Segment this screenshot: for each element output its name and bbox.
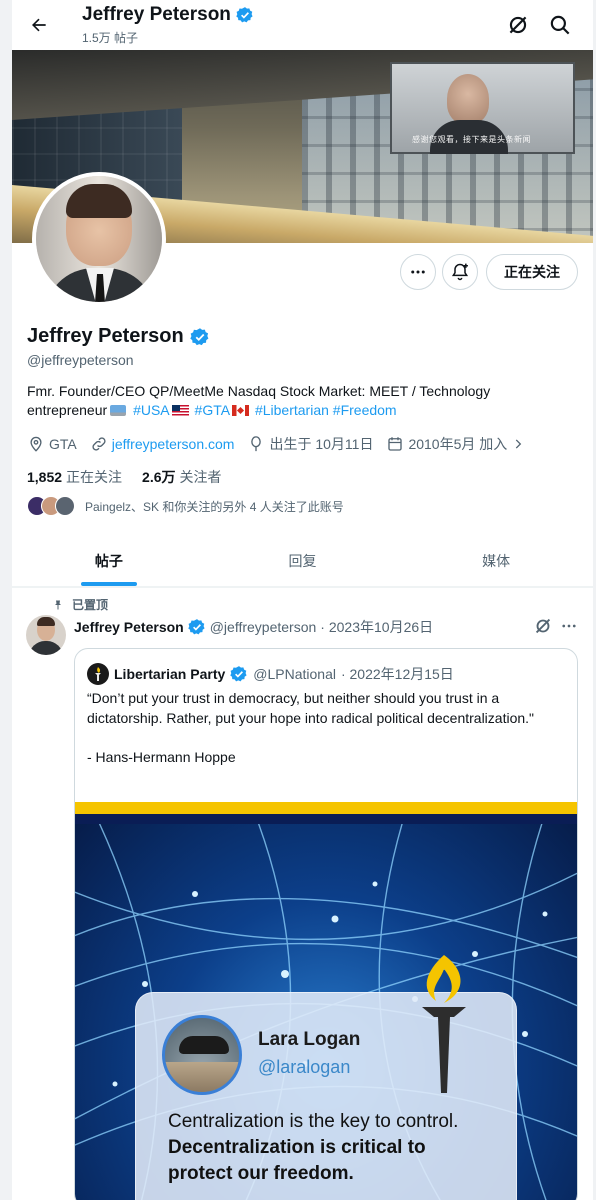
top-bar: Jeffrey Peterson 1.5万 帖子 bbox=[12, 0, 593, 50]
back-arrow-icon bbox=[32, 18, 46, 32]
header-name: Jeffrey Peterson bbox=[82, 4, 231, 25]
quoted-author-name: Libertarian Party bbox=[114, 666, 226, 682]
more-options-button[interactable] bbox=[400, 254, 436, 290]
laptop-emoji-icon bbox=[110, 405, 127, 416]
joined-text: 2010年5月 加入 bbox=[408, 436, 508, 452]
bell-plus-icon bbox=[451, 263, 469, 281]
post-author-avatar[interactable] bbox=[26, 615, 66, 655]
location-icon bbox=[30, 436, 42, 452]
location-text: GTA bbox=[49, 436, 77, 452]
profile-bio: Fmr. Founder/CEO QP/MeetMe Nasdaq Stock … bbox=[27, 382, 567, 420]
banner-caption: 感谢您观看，接下来是头条新闻 bbox=[412, 135, 531, 144]
followers-label: 关注者 bbox=[179, 469, 222, 485]
profile-handle: @jeffreypeterson bbox=[27, 352, 134, 368]
joined[interactable]: 2010年5月 加入 bbox=[386, 434, 525, 454]
quoted-post-text: “Don’t put your trust in democracy, but … bbox=[87, 690, 535, 765]
followers-count: 2.6万 bbox=[142, 469, 176, 485]
quoted-author-handle: @LPNational bbox=[253, 666, 336, 682]
pinned-label: 已置顶 bbox=[52, 596, 108, 613]
us-flag-icon bbox=[171, 405, 189, 416]
back-button[interactable] bbox=[24, 10, 54, 40]
card-line-3: protect our freedom. bbox=[168, 1163, 354, 1184]
followers-stat[interactable]: 2.6万 关注者 bbox=[142, 467, 221, 487]
tab-replies[interactable]: 回复 bbox=[206, 535, 400, 586]
card-line-1: Centralization is the key to control. bbox=[168, 1111, 459, 1132]
post-author-name[interactable]: Jeffrey Peterson bbox=[74, 619, 184, 635]
avatar bbox=[55, 496, 75, 516]
profile-tabs: 帖子 回复 媒体 bbox=[12, 535, 593, 587]
birthday: 出生于 10月11日 bbox=[247, 434, 373, 454]
lp-torch-icon bbox=[87, 663, 109, 685]
post-author-handle[interactable]: @jeffreypeterson bbox=[210, 619, 317, 635]
avatar bbox=[162, 1015, 242, 1095]
bio-hashtag-freedom[interactable]: #Freedom bbox=[333, 402, 397, 418]
banner-screen: 感谢您观看，接下来是头条新闻 bbox=[390, 62, 575, 154]
bio-hashtag-usa[interactable]: #USA bbox=[133, 402, 170, 418]
header-post-count: 1.5万 帖子 bbox=[82, 31, 139, 45]
following-button[interactable]: 正在关注 bbox=[486, 254, 578, 290]
following-label: 正在关注 bbox=[66, 469, 123, 485]
verified-icon bbox=[230, 666, 247, 682]
quoted-post-image[interactable]: Lara Logan @laralogan Centralization is … bbox=[75, 802, 577, 1200]
post-date[interactable]: · 2023年10月26日 bbox=[320, 617, 433, 637]
profile-display-name: Jeffrey Peterson bbox=[27, 325, 184, 347]
grok-icon bbox=[509, 16, 527, 34]
torch-icon bbox=[422, 955, 466, 1093]
follow-stats: 1,852 正在关注 2.6万 关注者 bbox=[27, 467, 222, 487]
verified-icon bbox=[236, 7, 253, 23]
post-header: Jeffrey Peterson @jeffreypeterson · 2023… bbox=[74, 617, 433, 637]
grok-button[interactable] bbox=[505, 12, 531, 38]
card-line-2: Decentralization is critical to bbox=[168, 1137, 426, 1158]
canada-flag-icon bbox=[232, 405, 250, 416]
pinned-text: 已置顶 bbox=[72, 598, 109, 612]
following-stat[interactable]: 1,852 正在关注 bbox=[27, 467, 122, 487]
balloon-icon bbox=[251, 436, 262, 452]
profile-name: Jeffrey Peterson bbox=[27, 325, 210, 348]
birthday-text: 出生于 10月11日 bbox=[269, 436, 374, 452]
card-name: Lara Logan bbox=[258, 1029, 361, 1050]
quoted-date: · 2022年12月15日 bbox=[340, 666, 454, 682]
more-icon bbox=[562, 624, 576, 628]
profile-page: Jeffrey Peterson 1.5万 帖子 感谢您观看，接下来是头条新闻 bbox=[12, 0, 593, 1200]
profile-meta: GTA jeffreypeterson.com 出生于 10月11日 2010年… bbox=[27, 434, 538, 454]
lara-logan-quote-card: Lara Logan @laralogan Centralization is … bbox=[135, 955, 517, 1200]
search-icon bbox=[550, 15, 570, 35]
verified-icon bbox=[190, 327, 209, 345]
bio-hashtag-libertarian[interactable]: #Libertarian bbox=[255, 402, 329, 418]
search-button[interactable] bbox=[547, 12, 573, 38]
location: GTA bbox=[27, 435, 77, 453]
bio-hashtag-gta[interactable]: #GTA bbox=[195, 402, 231, 418]
quoted-post[interactable]: Libertarian Party @LPNational · 2022年12月… bbox=[74, 648, 578, 1200]
followed-by-avatars bbox=[27, 496, 75, 516]
link-icon bbox=[92, 437, 106, 451]
chevron-right-icon bbox=[516, 439, 522, 449]
followed-by-row[interactable]: Paingelz、SK 和你关注的另外 4 人关注了此账号 bbox=[27, 496, 344, 516]
card-handle: @laralogan bbox=[258, 1057, 351, 1077]
website: jeffreypeterson.com bbox=[90, 435, 235, 453]
verified-icon bbox=[188, 619, 205, 635]
grok-icon bbox=[535, 618, 551, 634]
profile-avatar[interactable] bbox=[32, 172, 166, 306]
divider bbox=[12, 587, 593, 588]
more-icon bbox=[411, 270, 425, 274]
notifications-button[interactable] bbox=[442, 254, 478, 290]
tab-media[interactable]: 媒体 bbox=[399, 535, 593, 586]
followed-by-text: Paingelz、SK 和你关注的另外 4 人关注了此账号 bbox=[85, 499, 344, 514]
following-count: 1,852 bbox=[27, 469, 63, 485]
header-title: Jeffrey Peterson bbox=[82, 4, 254, 26]
post-more-button[interactable] bbox=[558, 615, 580, 637]
post-grok-button[interactable] bbox=[532, 615, 554, 637]
quoted-post-header: Libertarian Party @LPNational · 2022年12月… bbox=[87, 663, 454, 685]
calendar-icon bbox=[388, 437, 403, 451]
website-link[interactable]: jeffreypeterson.com bbox=[112, 436, 235, 452]
pin-icon bbox=[55, 600, 61, 609]
tab-posts[interactable]: 帖子 bbox=[12, 535, 206, 586]
